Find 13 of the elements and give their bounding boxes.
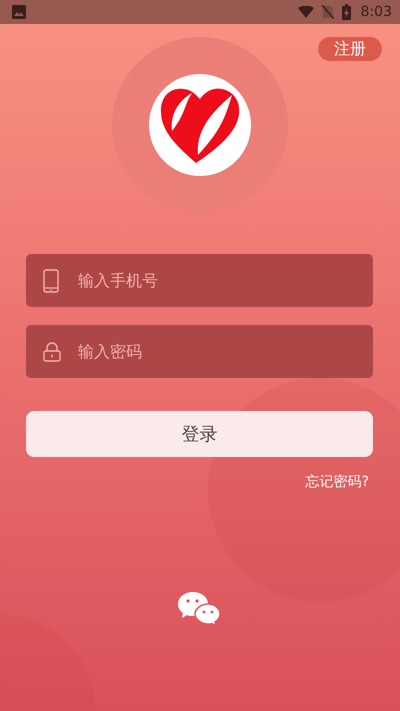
login-button[interactable]: 登录 xyxy=(26,411,373,457)
password-field[interactable]: 输入密码 xyxy=(26,325,373,378)
register-button[interactable]: 注册 xyxy=(318,37,382,61)
image-icon xyxy=(12,5,26,19)
battery-charging-icon xyxy=(342,4,351,20)
lock-icon xyxy=(43,342,61,362)
wifi-icon xyxy=(298,6,314,18)
phone-field[interactable]: 输入手机号 xyxy=(26,254,373,307)
wechat-icon[interactable] xyxy=(176,591,222,627)
phone-icon xyxy=(43,268,59,292)
clock-time: 8:03 xyxy=(360,4,392,20)
no-sim-icon xyxy=(322,5,334,19)
forgot-password-link[interactable]: 忘记密码? xyxy=(306,473,369,491)
